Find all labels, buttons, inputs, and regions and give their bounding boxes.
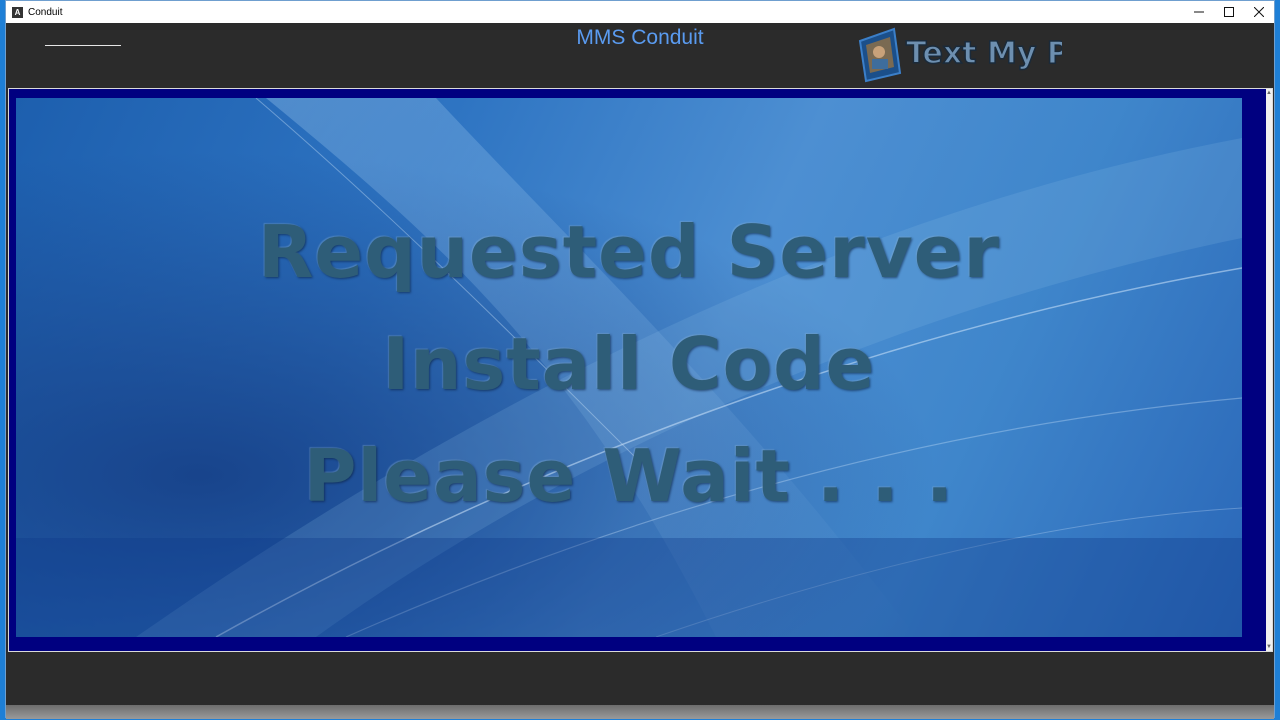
splash-panel: Requested Server Install Code Please Wai… [16, 98, 1242, 637]
text-my-photos-logo: Text My Photos [858, 27, 1062, 83]
content-frame: Requested Server Install Code Please Wai… [8, 88, 1273, 652]
minimize-icon [1194, 11, 1204, 13]
status-line-1: Requested Server [257, 210, 1001, 294]
app-icon: A [12, 6, 23, 18]
scroll-down-icon[interactable]: ▼ [1266, 643, 1272, 651]
bottom-strip [6, 705, 1274, 719]
scroll-up-icon[interactable]: ▲ [1266, 89, 1272, 97]
close-icon [1254, 7, 1264, 17]
app-footer [6, 653, 1274, 705]
window-title: Conduit [28, 6, 63, 18]
title-bar[interactable]: A Conduit [6, 1, 1274, 23]
maximize-button[interactable] [1214, 1, 1244, 23]
app-window: A Conduit MMS Conduit Text My Photos [5, 0, 1275, 719]
app-header: MMS Conduit Text My Photos [6, 23, 1274, 87]
maximize-icon [1224, 7, 1234, 17]
app-title: MMS Conduit [576, 26, 704, 49]
minimize-button[interactable] [1184, 1, 1214, 23]
vertical-scrollbar[interactable]: ▲ ▼ [1266, 89, 1272, 651]
status-line-2: Install Code [382, 322, 876, 406]
status-message: Requested Server Install Code Please Wai… [16, 196, 1242, 532]
window-controls [1184, 1, 1274, 23]
close-button[interactable] [1244, 1, 1274, 23]
status-line-3: Please Wait . . . [303, 434, 955, 518]
svg-text:Text My Photos: Text My Photos [906, 36, 1062, 71]
